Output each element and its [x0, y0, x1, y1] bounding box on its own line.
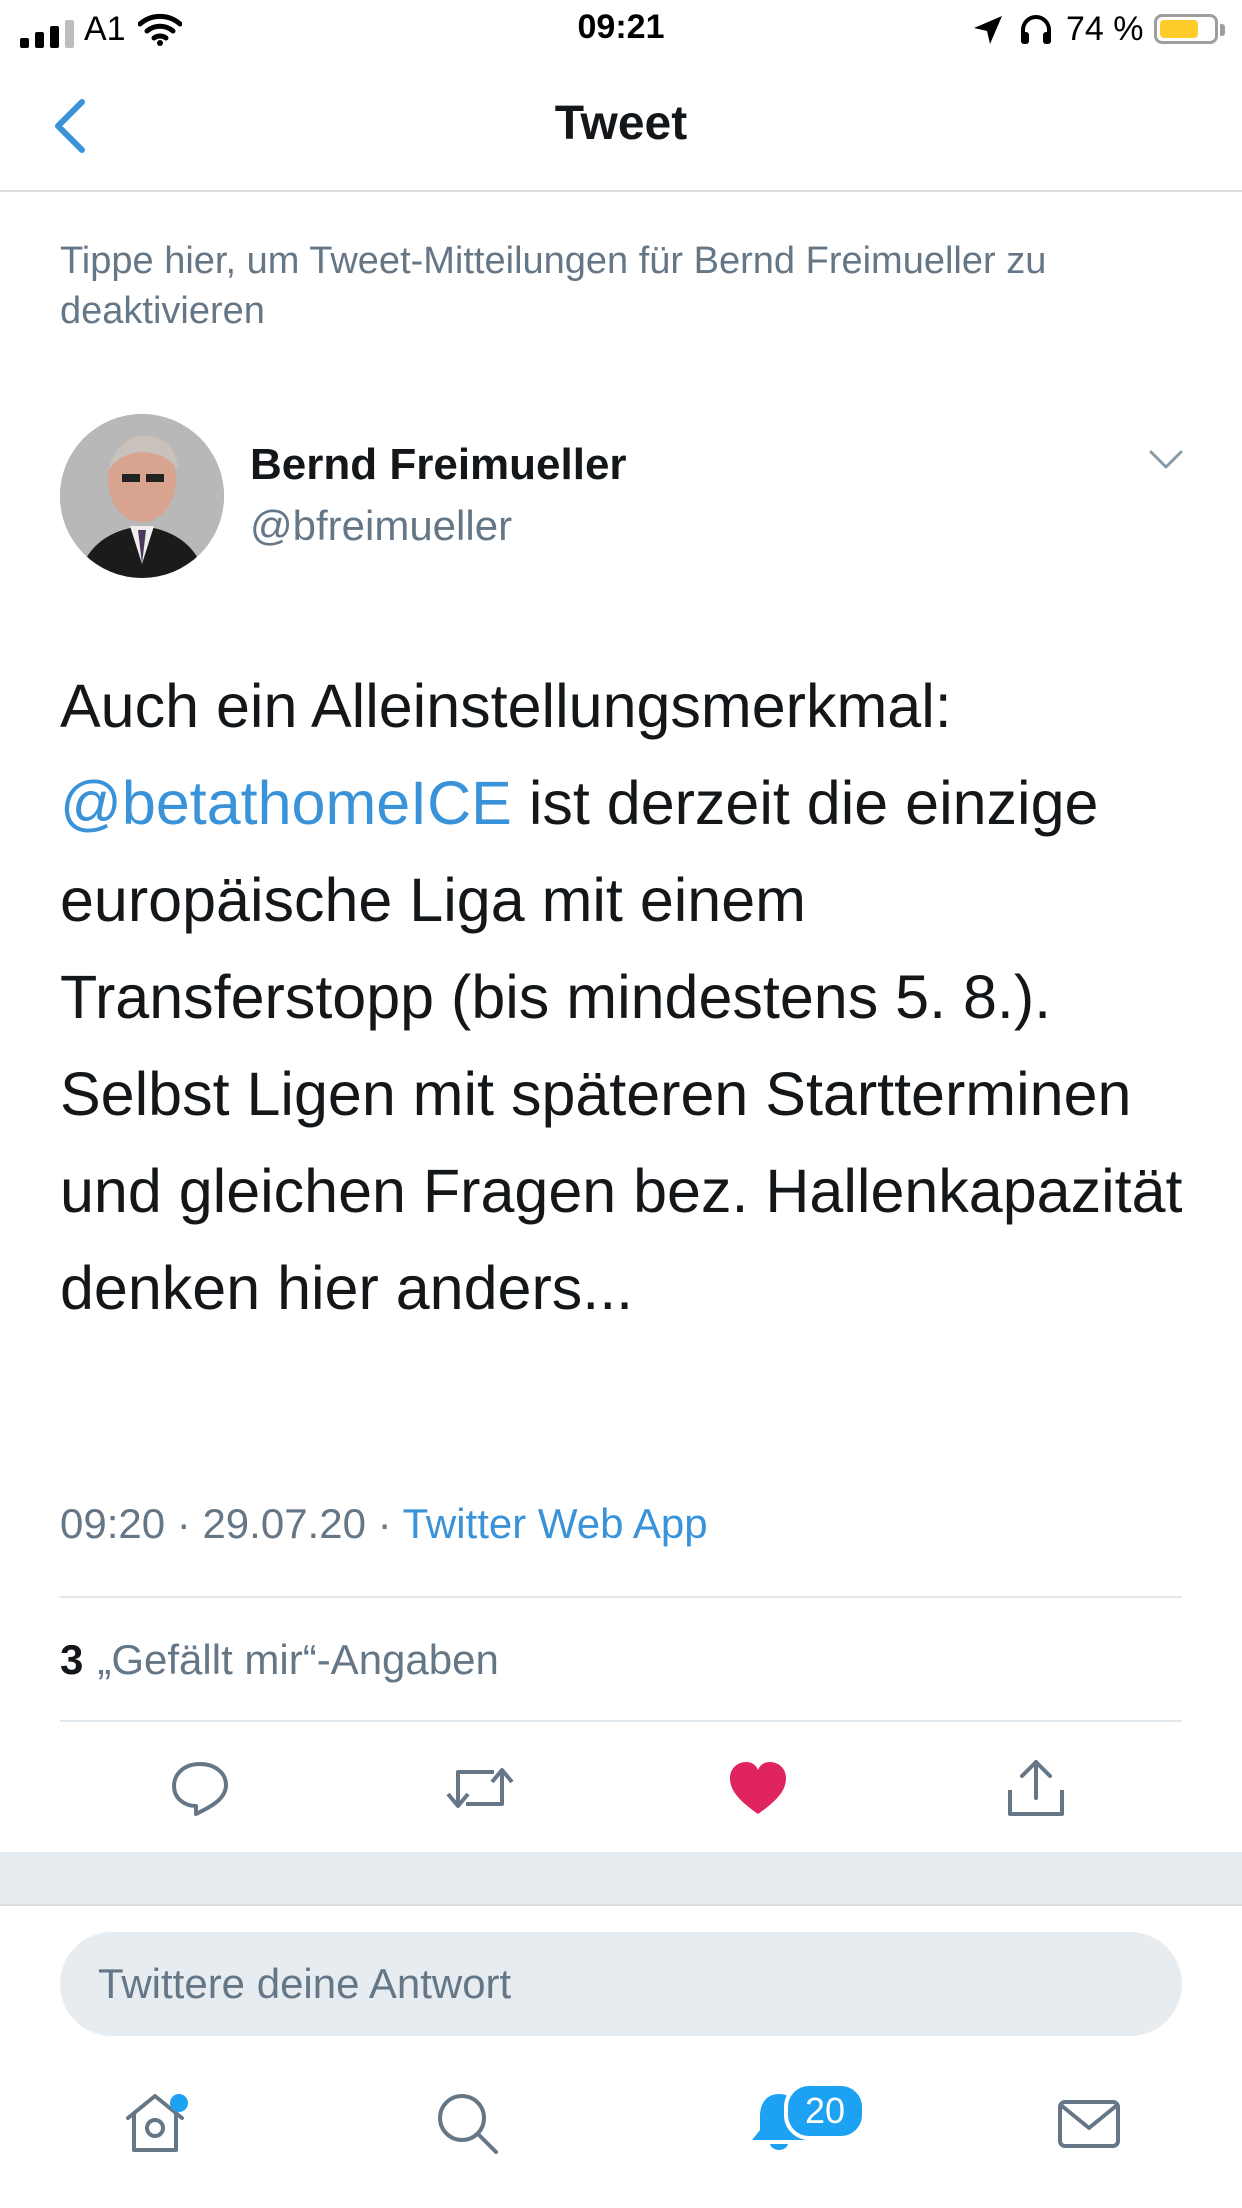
tweet-text: Auch ein Alleinstellungsmerkmal: @betath… [60, 658, 1190, 1337]
meta-separator: · [377, 1500, 392, 1547]
retweet-button[interactable] [444, 1756, 516, 1825]
location-arrow-icon [972, 14, 1004, 51]
divider [60, 1596, 1182, 1598]
share-button[interactable] [1004, 1756, 1068, 1825]
author-handle[interactable]: @bfreimueller [250, 502, 512, 550]
status-bar: A1 09:21 74 % [0, 0, 1242, 62]
chevron-down-icon [1149, 450, 1183, 469]
share-icon [1008, 1760, 1064, 1816]
tab-search[interactable] [434, 2090, 500, 2161]
tweet-metadata: 09:20 · 29.07.20 · Twitter Web App [60, 1500, 708, 1548]
tab-messages[interactable] [1056, 2090, 1122, 2161]
reply-icon [172, 1762, 228, 1816]
notifications-badge: 20 [784, 2082, 866, 2140]
avatar-photo [60, 414, 224, 578]
tweet-options-button[interactable] [1148, 448, 1184, 477]
divider [60, 1720, 1182, 1722]
nav-divider [0, 190, 1242, 192]
reply-input[interactable]: Twittere deine Antwort [60, 1932, 1182, 2036]
tweet-date: 29.07.20 [202, 1500, 366, 1547]
battery-tip [1220, 24, 1225, 36]
tweet-time: 09:20 [60, 1500, 166, 1547]
status-time: 09:21 [577, 8, 665, 46]
mention-link[interactable]: @betathomeICE [60, 769, 512, 837]
headphones-icon [1018, 12, 1054, 51]
tweet-text-start: Auch ein Alleinstellungsmerkmal: [60, 672, 952, 740]
home-new-content-dot [170, 2094, 188, 2112]
disable-notifications-notice[interactable]: Tippe hier, um Tweet-Mitteilungen für Be… [60, 236, 1180, 336]
meta-separator: · [176, 1500, 191, 1547]
battery-percentage: 74 % [1066, 10, 1144, 48]
section-divider [0, 1904, 1242, 1906]
tweet-text-rest: ist derzeit die einzige europäische Liga… [60, 769, 1183, 1322]
tweet-source-link[interactable]: Twitter Web App [403, 1500, 708, 1547]
author-name[interactable]: Bernd Freimueller [250, 440, 627, 490]
like-button[interactable] [726, 1756, 790, 1825]
section-separator [0, 1852, 1242, 1906]
likes-number: 3 [60, 1636, 84, 1683]
like-icon [730, 1762, 786, 1814]
battery-icon [1154, 14, 1218, 44]
reply-button[interactable] [168, 1756, 232, 1825]
search-icon [438, 2094, 498, 2154]
page-title: Tweet [554, 97, 688, 150]
messages-icon [1058, 2100, 1120, 2148]
avatar[interactable] [60, 414, 224, 578]
likes-count[interactable]: 3 „Gefällt mir“-Angaben [60, 1636, 499, 1684]
retweet-icon [446, 1768, 514, 1808]
likes-label: „Gefällt mir“-Angaben [97, 1636, 499, 1683]
